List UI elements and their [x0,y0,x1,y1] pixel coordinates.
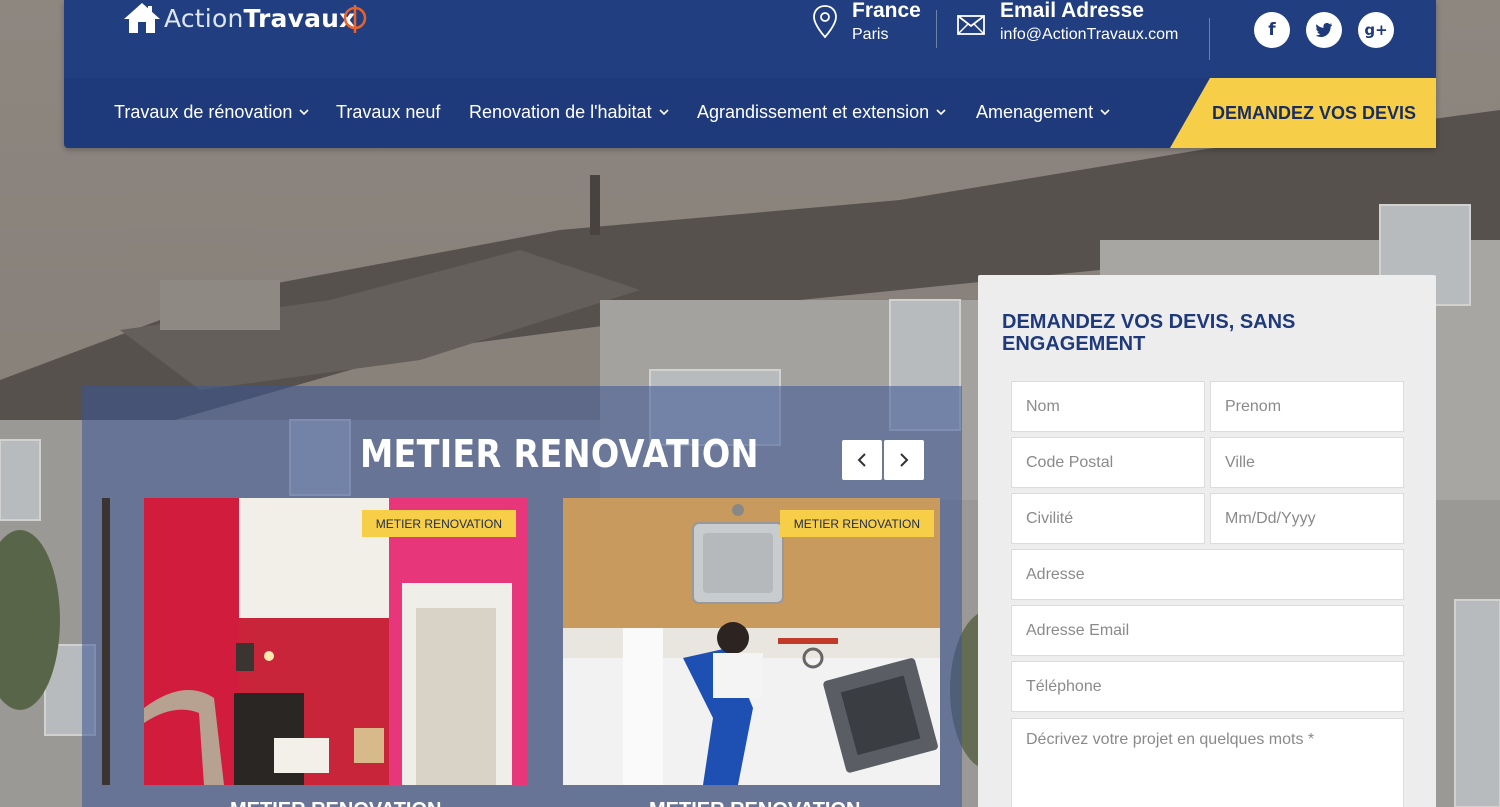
card-caption[interactable]: METIER RENOVATION [230,799,441,807]
nav-item-agrandissement[interactable]: Agrandissement et extension [697,102,946,123]
contact-email: Email Adresse info@ActionTravaux.com [956,0,1178,44]
location-title: France [852,0,921,22]
nav-item-label: Amenagement [976,102,1094,122]
city-input[interactable]: Ville [1210,437,1404,488]
postal-code-input[interactable]: Code Postal [1011,437,1205,488]
carousel-prev-button[interactable] [842,440,882,480]
email-title: Email Adresse [1000,0,1144,22]
target-icon [343,5,366,33]
twitter-icon[interactable] [1306,12,1342,48]
chevron-down-icon [1100,109,1110,116]
chevron-down-icon [299,109,310,116]
address-input[interactable]: Adresse [1011,549,1404,600]
plumber-photo [563,498,940,785]
email-field[interactable]: Adresse Email [1011,605,1404,656]
card-caption[interactable]: METIER RENOVATION [649,799,860,807]
logo-text: ActionTravaux [164,3,356,33]
quote-form: DEMANDEZ VOS DEVIS, SANS ENGAGEMENT Nom … [978,275,1436,807]
email-address[interactable]: info@ActionTravaux.com [1000,26,1178,44]
renovation-card[interactable]: METIER RENOVATION [563,498,940,785]
top-bar: ActionTravaux France Paris Email Adresse… [64,0,1436,78]
chevron-right-icon [900,453,909,467]
date-input[interactable]: Mm/Dd/Yyyy [1210,493,1404,544]
map-pin-icon [813,5,837,39]
request-quote-button[interactable]: DEMANDEZ VOS DEVIS [1170,78,1436,148]
facebook-icon[interactable]: f [1254,12,1290,48]
google-plus-icon[interactable]: g+ [1358,12,1394,48]
nav-item-label: Travaux de rénovation [114,102,293,122]
site-header: ActionTravaux France Paris Email Adresse… [64,0,1436,148]
phone-input[interactable]: Téléphone [1011,661,1404,712]
prenom-input[interactable]: Prenom [1210,381,1404,432]
carousel-next-button[interactable] [884,440,924,480]
nav-item-travaux-renovation[interactable]: Travaux de rénovation [114,102,310,123]
nav-item-renovation-habitat[interactable]: Renovation de l'habitat [469,102,669,123]
room-photo [144,498,528,785]
nav-item-label: Renovation de l'habitat [469,102,652,122]
nav-item-amenagement[interactable]: Amenagement [976,102,1110,123]
nav-item-label: Agrandissement et extension [697,102,930,122]
project-description-textarea[interactable]: Décrivez votre projet en quelques mots * [1011,718,1404,807]
renovation-card[interactable]: METIER RENOVATION [144,498,528,785]
nav-item-label: Travaux neuf [336,102,441,122]
house-icon [124,3,160,33]
social-links: f g+ [1254,12,1410,48]
header-divider [1209,18,1210,60]
category-badge: METIER RENOVATION [361,510,516,537]
metier-section: METIER RENOVATION METIER RENOVATION METI… [82,386,962,807]
site-logo[interactable]: ActionTravaux [122,0,368,40]
category-badge: METIER RENOVATION [779,510,934,537]
header-divider [936,10,937,48]
envelope-icon [957,15,985,35]
section-title: METIER RENOVATION [360,432,759,476]
civility-select[interactable]: Civilité [1011,493,1205,544]
previous-card-edge [102,498,110,785]
nom-input[interactable]: Nom [1011,381,1205,432]
location-subtitle: Paris [852,26,889,43]
chevron-down-icon [659,109,669,116]
chevron-down-icon [936,109,946,116]
nav-item-travaux-neuf[interactable]: Travaux neuf [336,102,440,123]
form-title: DEMANDEZ VOS DEVIS, SANS ENGAGEMENT [1002,311,1296,355]
chevron-left-icon [857,453,866,467]
main-nav: Travaux de rénovation Travaux neuf Renov… [64,78,1436,148]
contact-location: France Paris [812,0,921,44]
